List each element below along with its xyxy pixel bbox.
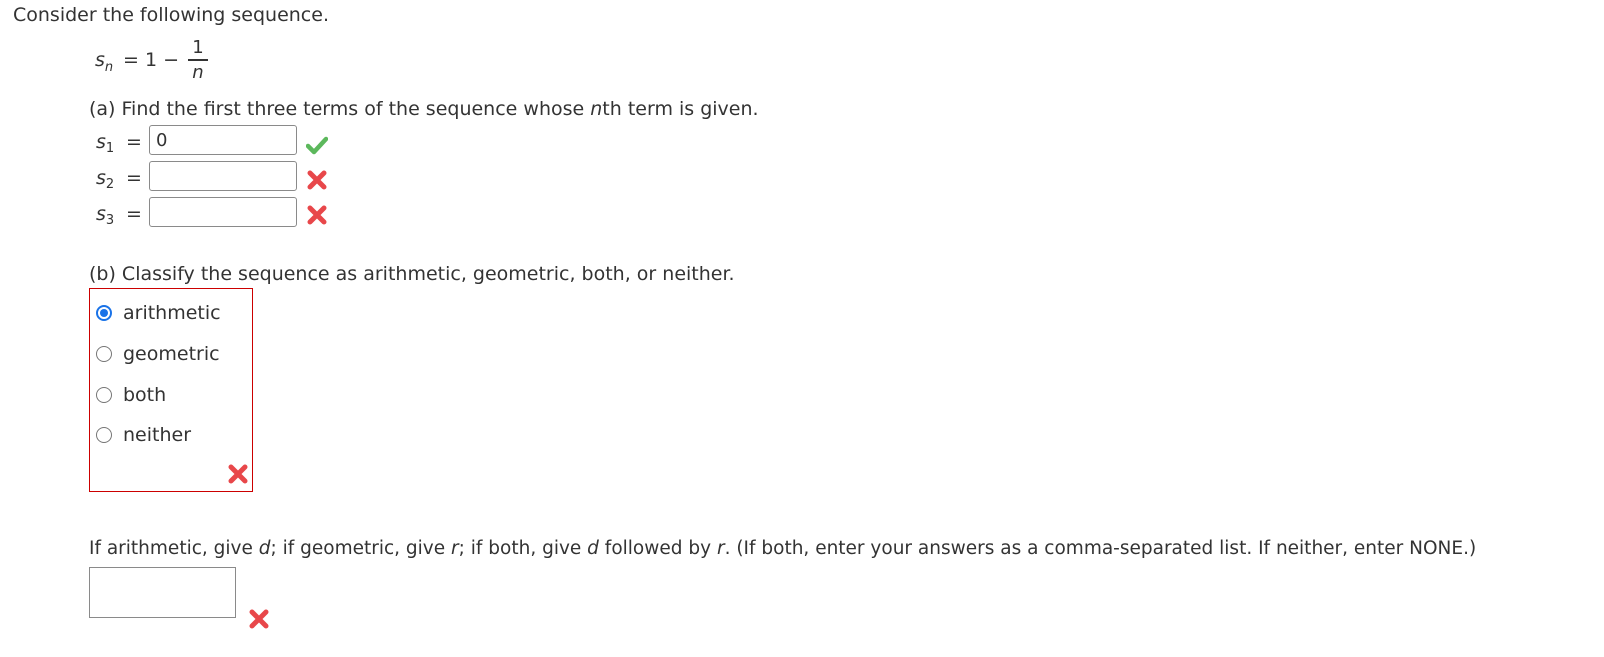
classification-radio-group: arithmetic geometric both neither	[89, 288, 253, 492]
option-geometric[interactable]: geometric	[96, 342, 220, 366]
s1-input[interactable]	[149, 125, 297, 155]
option-both[interactable]: both	[96, 383, 166, 407]
fraction-bar	[188, 59, 208, 61]
term-label: s1	[96, 131, 115, 156]
cross-icon	[228, 464, 248, 484]
fraction-denominator: n	[192, 62, 204, 83]
radio-button[interactable]	[96, 346, 112, 362]
intro-text: Consider the following sequence.	[13, 4, 329, 26]
part-b-prompt: (b) Classify the sequence as arithmetic,…	[89, 263, 735, 285]
radio-button[interactable]	[96, 387, 112, 403]
cross-icon	[249, 609, 269, 629]
s2-input[interactable]	[149, 161, 297, 191]
option-arithmetic[interactable]: arithmetic	[96, 301, 221, 325]
cross-icon	[307, 170, 327, 190]
term-label: s2	[96, 167, 115, 192]
cross-icon	[307, 205, 327, 225]
option-neither[interactable]: neither	[96, 423, 191, 447]
formula-rhs: = 1 −	[123, 49, 180, 71]
check-icon	[306, 136, 328, 155]
fraction-numerator: 1	[192, 37, 204, 58]
equals-sign: =	[126, 131, 142, 153]
equals-sign: =	[126, 167, 142, 189]
part-c-instructions: If arithmetic, give d; if geometric, giv…	[89, 538, 1477, 559]
s3-input[interactable]	[149, 197, 297, 227]
radio-button[interactable]	[96, 305, 112, 321]
formula-var: sn	[95, 49, 114, 75]
formula-fraction: 1 n	[188, 38, 208, 84]
part-a-prompt: (a) Find the first three terms of the se…	[89, 98, 759, 120]
d-or-r-input[interactable]	[89, 567, 236, 618]
equals-sign: =	[126, 203, 142, 225]
term-label: s3	[96, 203, 115, 228]
radio-button[interactable]	[96, 427, 112, 443]
